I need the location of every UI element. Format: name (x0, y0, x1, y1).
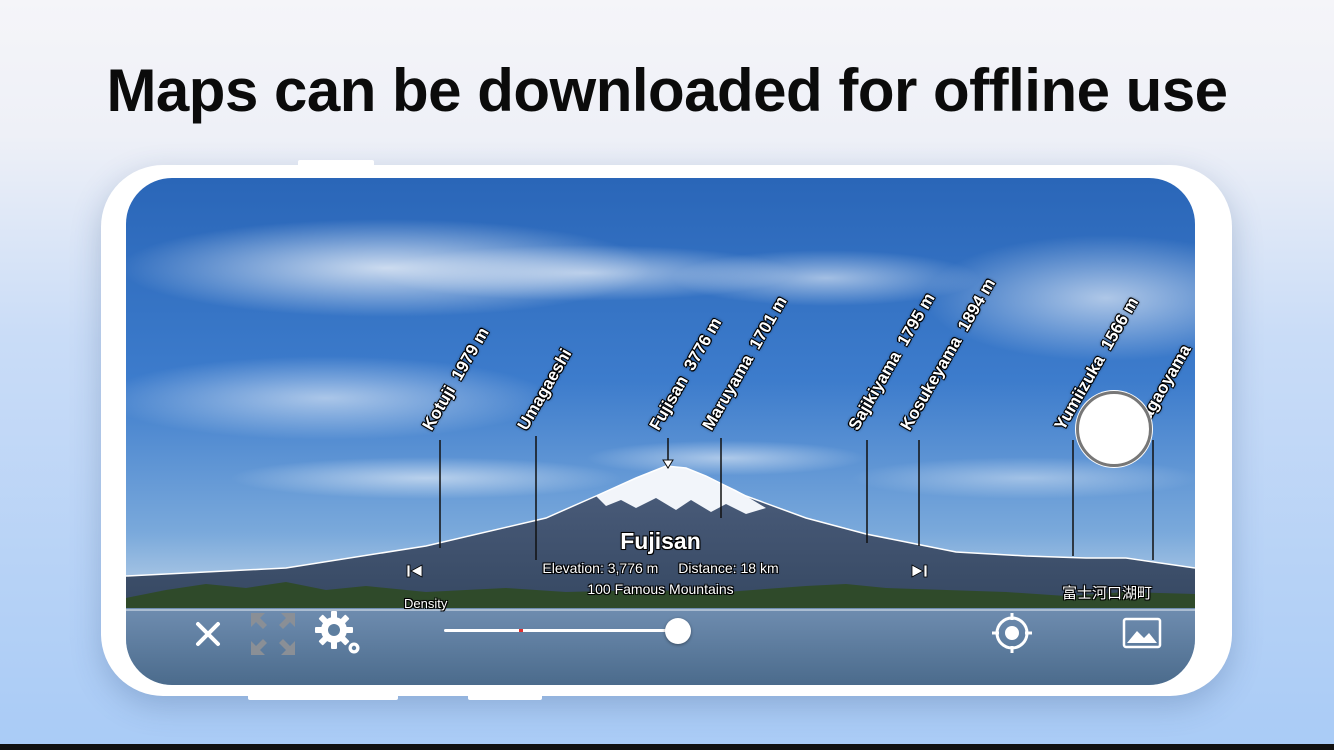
skip-previous-icon[interactable] (405, 563, 425, 579)
skip-next-icon[interactable] (909, 563, 929, 579)
density-slider-thumb[interactable] (665, 618, 691, 644)
density-slider-track[interactable] (444, 629, 680, 632)
selected-peak-details: Elevation: 3,776 m Distance: 18 km (126, 560, 1195, 576)
selected-peak-category: 100 Famous Mountains (587, 581, 734, 597)
camera-view[interactable]: Kotuji 1979 m Umagaeshi Fujisan 3776 m M… (126, 178, 1195, 685)
selected-peak-name: Fujisan (620, 528, 701, 554)
town-label: 富士河口湖町 (1062, 585, 1153, 602)
gear-icon[interactable] (314, 610, 364, 658)
photo-gallery-icon[interactable] (1122, 617, 1162, 649)
expand-arrows-icon[interactable] (249, 611, 297, 657)
bottom-edge (0, 744, 1334, 750)
selected-peak-distance: Distance: 18 km (678, 560, 779, 576)
phone-side-button (248, 693, 398, 700)
density-label: Density (404, 596, 448, 611)
density-slider-marker (519, 629, 523, 632)
selected-peak-elevation: Elevation: 3,776 m (542, 560, 659, 576)
headline: Maps can be downloaded for offline use (106, 57, 1228, 124)
phone-side-button-2 (468, 693, 542, 700)
phone-volume-button (298, 160, 374, 167)
capture-button[interactable] (1076, 391, 1152, 467)
close-icon[interactable] (194, 620, 222, 648)
crosshair-location-icon[interactable] (990, 611, 1034, 655)
